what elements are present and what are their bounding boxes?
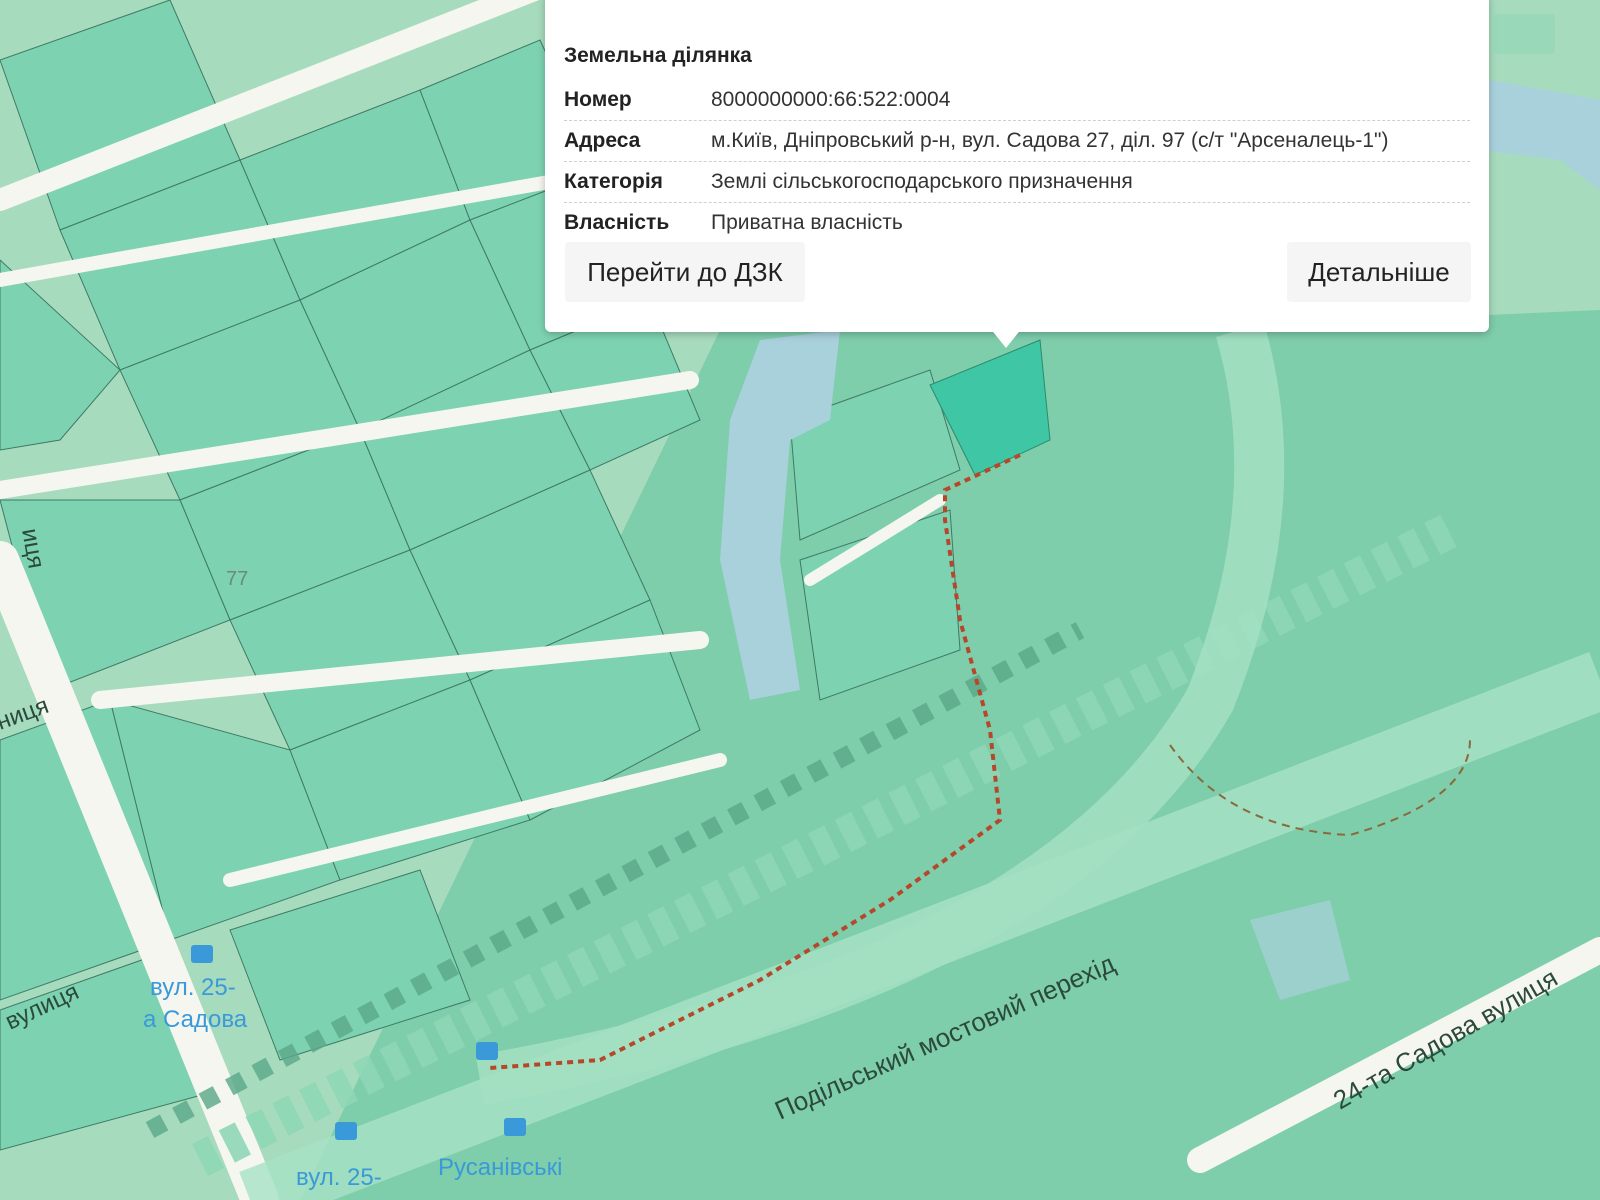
stop-label-4: Русанівські	[438, 1154, 563, 1181]
row-category-value: Землі сільськогосподарського призначення	[711, 170, 1133, 193]
row-category: Категорія Землі сільськогосподарського п…	[564, 162, 1470, 203]
row-ownership-value: Приватна власність	[711, 211, 903, 234]
row-address-value: м.Київ, Дніпровський р-н, вул. Садова 27…	[711, 129, 1389, 152]
stop-label-1a: вул. 25-	[150, 974, 236, 1001]
bus-stop-2[interactable]	[476, 1042, 498, 1060]
row-number-key: Номер	[564, 88, 632, 111]
popup-pointer	[990, 328, 1022, 348]
popup-title: Земельна ділянка	[564, 44, 752, 67]
row-ownership-key: Власність	[564, 211, 670, 234]
parcel-info-popup: Земельна ділянка Номер 8000000000:66:522…	[545, 0, 1489, 332]
map-logo-icon	[1493, 14, 1555, 54]
stop-label-1b: а Садова	[143, 1006, 248, 1033]
row-ownership: Власність Приватна власність	[564, 203, 1470, 243]
row-category-key: Категорія	[564, 170, 663, 193]
stop-label-3: вул. 25-	[296, 1164, 382, 1191]
details-button[interactable]: Детальніше	[1287, 242, 1471, 302]
go-to-dzk-button[interactable]: Перейти до ДЗК	[565, 242, 805, 302]
row-address-key: Адреса	[564, 129, 641, 152]
row-number-value: 8000000000:66:522:0004	[711, 88, 951, 111]
row-number: Номер 8000000000:66:522:0004	[564, 80, 1470, 121]
house-number: 77	[226, 568, 248, 590]
row-address: Адреса м.Київ, Дніпровський р-н, вул. Са…	[564, 121, 1470, 162]
